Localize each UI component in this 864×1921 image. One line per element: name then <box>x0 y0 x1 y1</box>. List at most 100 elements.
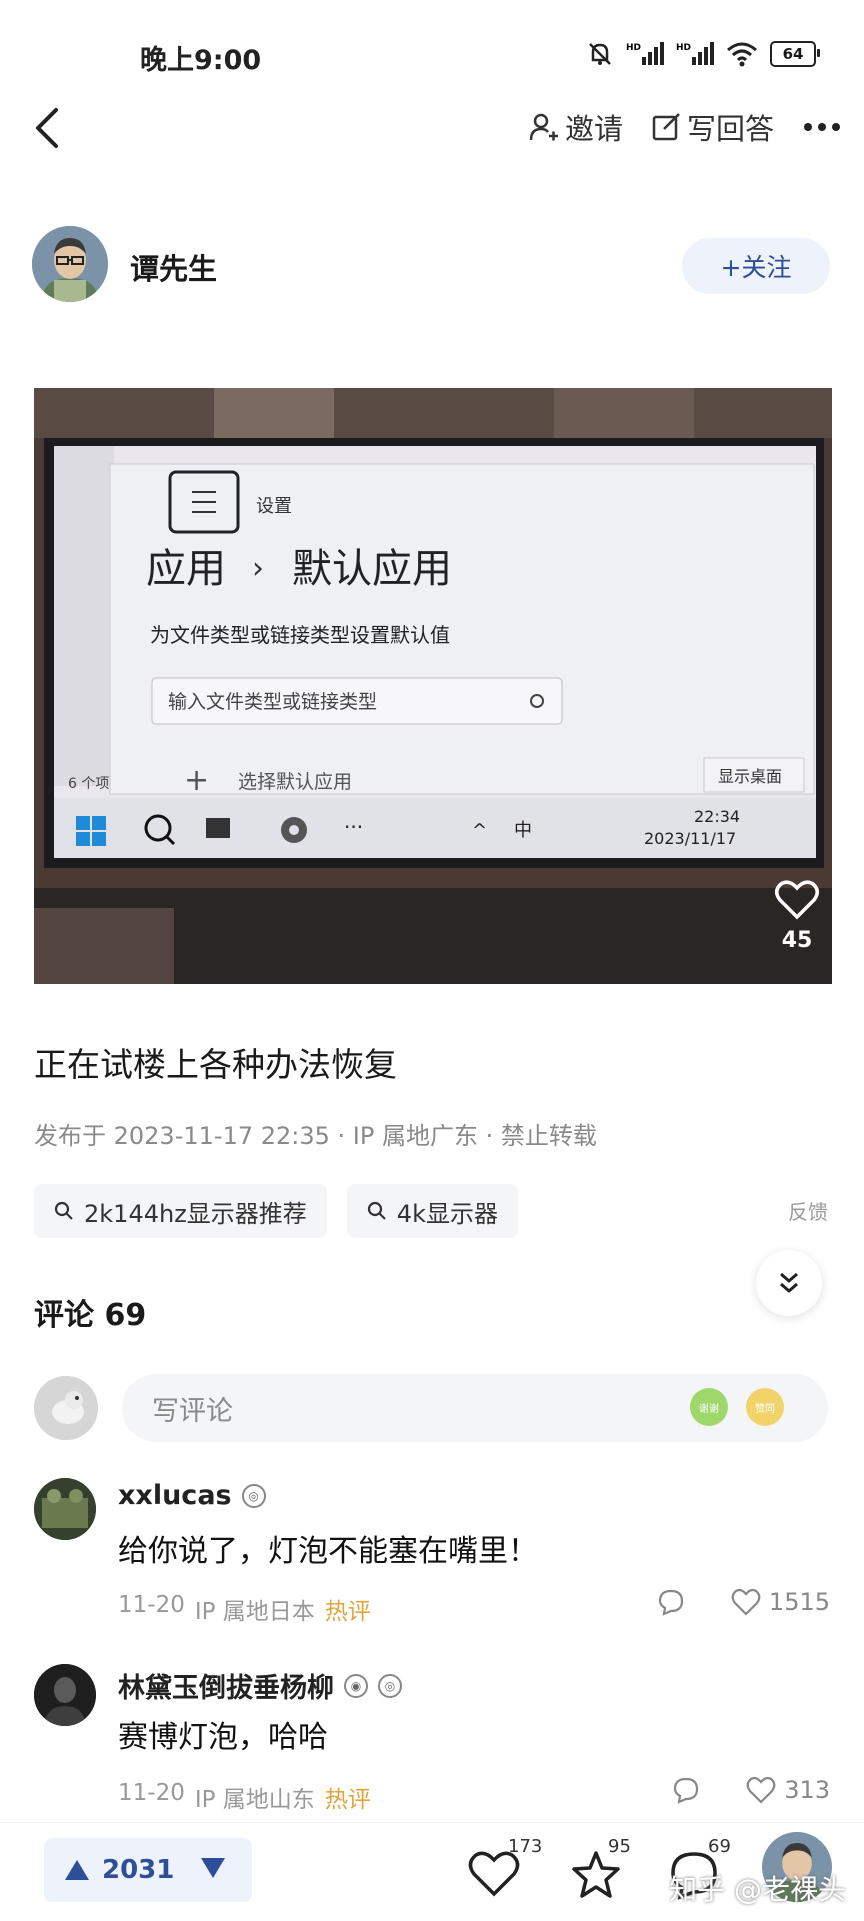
comment-username[interactable]: xxlucas ◎ <box>118 1480 266 1511</box>
comment-input[interactable]: 写评论 谢谢 赞同 <box>122 1374 828 1442</box>
comment-meta: 11-20 IP 属地日本 热评 <box>118 1592 371 1626</box>
mute-bell-icon <box>589 43 611 65</box>
expand-button[interactable] <box>756 1250 822 1316</box>
signal-icon: HD <box>626 42 664 65</box>
taskbar-date: 2023/11/17 <box>644 829 736 848</box>
comment-date: 11-20 <box>118 1780 185 1806</box>
heart-icon <box>731 1588 761 1616</box>
write-answer-button[interactable]: 写回答 <box>651 106 774 148</box>
vote-box: 2031 <box>44 1838 252 1902</box>
feedback-link[interactable]: 反馈 <box>788 1196 828 1225</box>
user-badge-icon: ◎ <box>378 1673 402 1698</box>
emoji-agree-label: 赞同 <box>755 1403 775 1415</box>
comment-date: 11-20 <box>118 1592 185 1618</box>
emoji-agree-button[interactable]: 赞同 <box>746 1388 784 1426</box>
upvote-button[interactable]: 2031 <box>44 1855 174 1885</box>
search-chip-label: 4k显示器 <box>396 1199 498 1228</box>
user-badge-icon: ◎ <box>241 1483 266 1508</box>
edit-icon <box>652 113 680 141</box>
heart-icon <box>775 880 819 920</box>
triangle-down-icon <box>201 1858 225 1878</box>
emoji-thanks-button[interactable]: 谢谢 <box>690 1388 728 1426</box>
downvote-button[interactable] <box>200 1857 226 1883</box>
wifi-icon <box>727 42 757 67</box>
reply-bubble-icon <box>674 1777 699 1804</box>
search-chips: 2k144hz显示器推荐 4k显示器 <box>34 1184 518 1238</box>
watermark: 知乎 @老裸头 <box>669 1873 846 1906</box>
heart-icon <box>468 1851 520 1897</box>
svg-text:HD: HD <box>676 43 691 53</box>
comment-like-count: 1515 <box>768 1588 830 1616</box>
author-avatar[interactable] <box>32 226 108 302</box>
search-icon <box>367 1201 386 1220</box>
show-desktop-text: 显示桌面 <box>718 767 782 786</box>
photo-like-count: 45 <box>781 928 813 953</box>
comment-count: 69 <box>708 1836 731 1857</box>
avatar-illustration <box>32 226 108 302</box>
breadcrumb-root: 应用 <box>146 546 226 592</box>
comment-username-text: 林黛玉倒拔垂杨柳 <box>118 1673 334 1704</box>
reply-button[interactable] <box>657 1588 685 1616</box>
taskbar-ime: 中 <box>514 820 532 841</box>
svg-text:+: + <box>184 763 209 798</box>
search-chip[interactable]: 2k144hz显示器推荐 <box>34 1184 327 1238</box>
svg-text:HD: HD <box>626 43 641 53</box>
reply-button[interactable] <box>672 1776 700 1804</box>
settings-title: 设置 <box>256 496 292 517</box>
invite-label: 邀请 <box>564 112 623 146</box>
hot-comment-tag: 热评 <box>324 1599 371 1625</box>
comment-username-text: xxlucas <box>118 1480 232 1511</box>
comment-text: 给你说了，灯泡不能塞在嘴里！ <box>118 1534 538 1569</box>
avatar-illustration <box>34 1478 96 1540</box>
comment-like-count: 313 <box>784 1776 830 1804</box>
chevron-left-icon <box>36 108 58 148</box>
comment-like-button[interactable]: 313 <box>746 1776 830 1804</box>
like-button[interactable] <box>468 1850 520 1902</box>
left-items-count: 6 个项 <box>68 776 109 792</box>
search-chip-label: 2k144hz显示器推荐 <box>84 1199 307 1228</box>
hot-comment-tag: 热评 <box>324 1787 371 1813</box>
choose-default-text: 选择默认应用 <box>238 771 352 793</box>
search-chip[interactable]: 4k显示器 <box>346 1184 518 1238</box>
avatar-illustration <box>34 1664 96 1726</box>
photo-like-button[interactable]: 45 <box>770 880 824 953</box>
status-bar: 晚上9:00 HD HD 64 <box>0 0 864 110</box>
breadcrumb-sep: › <box>252 551 264 586</box>
like-count: 173 <box>508 1836 543 1857</box>
follow-button[interactable]: +关注 <box>682 238 830 294</box>
search-icon <box>54 1201 73 1220</box>
author-name[interactable]: 谭先生 <box>130 246 217 288</box>
post-photo[interactable]: 6 个项 设置 应用 › 默认应用 为文件类型或链接类型设置默认值 输入文件类型… <box>34 388 832 984</box>
comment-ip: IP 属地山东 <box>194 1787 315 1813</box>
favorite-button[interactable] <box>570 1850 622 1904</box>
comment-actions: 313 <box>672 1776 830 1804</box>
comment-actions: 1515 <box>657 1588 830 1616</box>
reply-bubble-icon <box>658 1589 684 1616</box>
signal-icon-2: HD <box>676 42 714 65</box>
star-icon <box>572 1851 620 1898</box>
chevron-double-down-icon <box>780 1272 798 1293</box>
comment-avatar[interactable] <box>34 1478 96 1540</box>
vote-count: 2031 <box>102 1855 175 1885</box>
favorite-count: 95 <box>608 1836 631 1857</box>
heart-icon <box>746 1776 776 1804</box>
battery-icon: 64 <box>770 41 820 67</box>
breadcrumb-leaf: 默认应用 <box>292 546 452 592</box>
user-level-icon: ◉ <box>344 1673 368 1698</box>
avatar-illustration <box>34 1376 98 1440</box>
status-icons: HD HD 64 <box>586 40 820 68</box>
comment-text: 赛博灯泡，哈哈 <box>118 1720 328 1755</box>
taskbar-time: 22:34 <box>694 807 740 826</box>
comment-like-button[interactable]: 1515 <box>731 1588 830 1616</box>
comment-avatar[interactable] <box>34 1664 96 1726</box>
more-button[interactable] <box>802 121 842 133</box>
comment-meta: 11-20 IP 属地山东 热评 <box>118 1780 371 1814</box>
triangle-up-icon <box>65 1860 89 1880</box>
write-answer-label: 写回答 <box>686 112 774 146</box>
back-button[interactable] <box>28 100 68 156</box>
comment-username[interactable]: 林黛玉倒拔垂杨柳 ◉ ◎ <box>118 1666 402 1705</box>
svg-text:^: ^ <box>472 820 487 841</box>
comment-ip: IP 属地日本 <box>194 1599 315 1625</box>
more-dots-icon <box>804 123 840 131</box>
invite-button[interactable]: 邀请 <box>529 106 623 148</box>
